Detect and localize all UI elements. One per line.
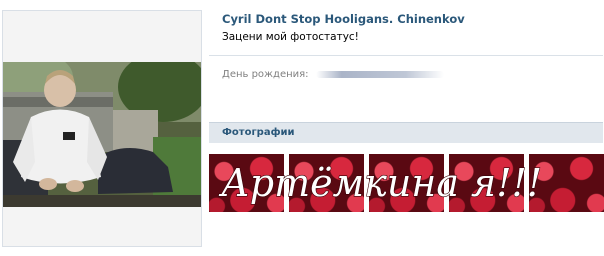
photo-thumbnail-1[interactable]: [209, 154, 284, 212]
profile-name-link[interactable]: Cyril Dont Stop Hooligans. Chinenkov: [222, 12, 465, 26]
avatar-photo[interactable]: [3, 62, 201, 207]
photo-thumbnail-4[interactable]: [449, 154, 524, 212]
photos-section-header[interactable]: Фотографии: [209, 122, 603, 143]
photo-thumbnail-2[interactable]: [289, 154, 364, 212]
photos-section-title[interactable]: Фотографии: [222, 127, 295, 138]
profile-photo-image: [3, 62, 201, 207]
photo-strip: Артёмкина я!!!: [209, 154, 604, 212]
photo-thumbnail-5[interactable]: [529, 154, 604, 212]
photo-thumbnail-3[interactable]: [369, 154, 444, 212]
avatar-frame: [2, 10, 202, 247]
divider: [209, 55, 603, 56]
profile-status[interactable]: Зацени мой фотостатус!: [222, 31, 359, 43]
birthday-value-blurred: [316, 71, 444, 78]
birthday-label: День рождения:: [222, 69, 309, 80]
